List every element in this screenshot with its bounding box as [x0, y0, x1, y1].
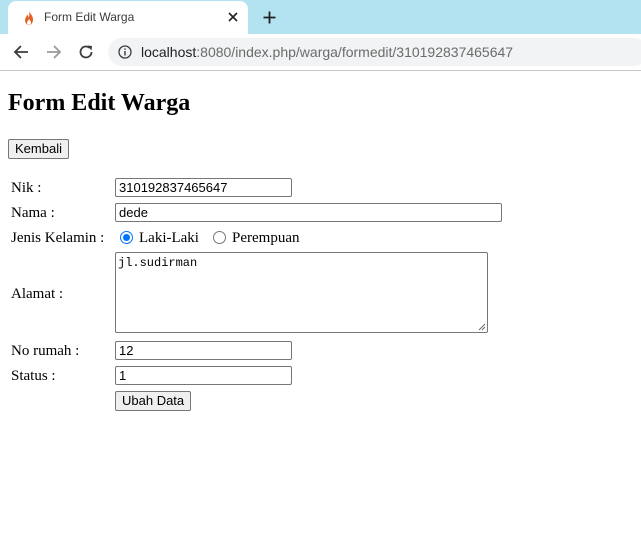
- back-button[interactable]: Kembali: [8, 139, 69, 159]
- status-input[interactable]: 1: [115, 366, 292, 385]
- alamat-value: jl.sudirman: [118, 256, 198, 270]
- tab-bar: Form Edit Warga: [0, 0, 641, 34]
- resize-grip-icon[interactable]: [478, 323, 486, 331]
- info-icon[interactable]: [118, 45, 132, 59]
- nik-label: Nik :: [11, 180, 42, 196]
- alamat-label: Alamat :: [11, 286, 64, 302]
- url-text: localhost:8080/index.php/warga/formedit/…: [141, 44, 513, 60]
- back-arrow-icon[interactable]: [11, 42, 31, 62]
- status-label: Status :: [11, 368, 56, 384]
- nama-input[interactable]: dede: [115, 203, 502, 222]
- url-path: :8080/index.php/warga/formedit/310192837…: [196, 44, 514, 60]
- url-host: localhost: [141, 44, 197, 60]
- favicon-flame-icon: [25, 11, 33, 25]
- radio-perempuan-label[interactable]: Perempuan: [232, 230, 299, 247]
- submit-button[interactable]: Ubah Data: [115, 391, 192, 411]
- jenis-kelamin-label: Jenis Kelamin :: [11, 230, 105, 246]
- browser-tab[interactable]: Form Edit Warga: [8, 1, 248, 34]
- close-icon[interactable]: [224, 8, 242, 26]
- browser-toolbar: localhost:8080/index.php/warga/formedit/…: [0, 34, 641, 71]
- reload-icon[interactable]: [76, 42, 96, 62]
- nama-label: Nama :: [11, 205, 55, 221]
- radio-perempuan[interactable]: [213, 231, 226, 244]
- radio-laki-laki[interactable]: [120, 231, 133, 244]
- alamat-textarea[interactable]: jl.sudirman: [115, 252, 488, 333]
- no-rumah-label: No rumah :: [11, 343, 80, 359]
- nik-input[interactable]: 310192837465647: [115, 178, 292, 197]
- radio-laki-laki-label[interactable]: Laki-Laki: [139, 230, 199, 247]
- forward-arrow-icon[interactable]: [44, 42, 64, 62]
- address-bar[interactable]: localhost:8080/index.php/warga/formedit/…: [108, 38, 641, 66]
- page-title: Form Edit Warga: [8, 90, 191, 116]
- tab-title: Form Edit Warga: [44, 10, 135, 24]
- plus-icon[interactable]: [259, 7, 279, 27]
- no-rumah-input[interactable]: 12: [115, 341, 292, 360]
